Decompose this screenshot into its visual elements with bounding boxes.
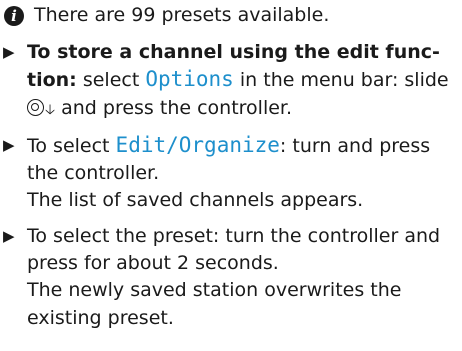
step-store-channel: ▶ To store a channel using the edit func… [0,39,462,124]
step-text-b: in the menu bar: slide [233,69,449,92]
step-text-a: To select [27,134,116,157]
triangle-right-icon: ▶ [3,43,15,61]
info-note: i There are 99 presets available. [4,2,329,29]
step-text-b: : turn and press [279,134,431,157]
step-text-c: and press the controller. [55,96,293,119]
triangle-right-icon: ▶ [3,226,15,245]
manual-page: i There are 99 presets available. ▶ To s… [0,0,462,351]
step-select-preset: ▶ To select the preset: turn the control… [0,223,462,332]
step-result-line-2: existing preset. [27,306,174,329]
step-heading: To store a channel using the edit func- [27,41,440,63]
step-heading-cont: tion: [27,69,77,92]
step-text-line-3: 🡣 and press the controller. [27,95,462,124]
step-text-line-2: the controller. [27,162,160,185]
step-text-line-1: To select the preset: turn the controlle… [27,224,441,247]
step-text: To select Edit/Organize: turn and press [27,132,462,160]
triangle-right-icon: ▶ [3,135,15,154]
step-text-line-2: press for about 2 seconds. [27,252,279,275]
controller-icon [27,98,44,116]
step-text: tion: select Options in the menu bar: sl… [27,66,462,94]
menu-item-options: Options [145,67,234,92]
menu-item-edit-organize: Edit/Organize [115,132,280,157]
info-icon: i [4,5,24,26]
step-text-a: select [76,69,146,92]
step-result-line-1: The newly saved station overwrites the [27,279,402,302]
arrow-down-icon: 🡣 [45,101,56,118]
instruction-steps: ▶ To store a channel using the edit func… [0,39,462,340]
step-result: The list of saved channels appears. [27,189,364,212]
step-select-edit: ▶ To select Edit/Organize: turn and pres… [0,132,462,215]
info-note-text: There are 99 presets available. [34,4,330,26]
